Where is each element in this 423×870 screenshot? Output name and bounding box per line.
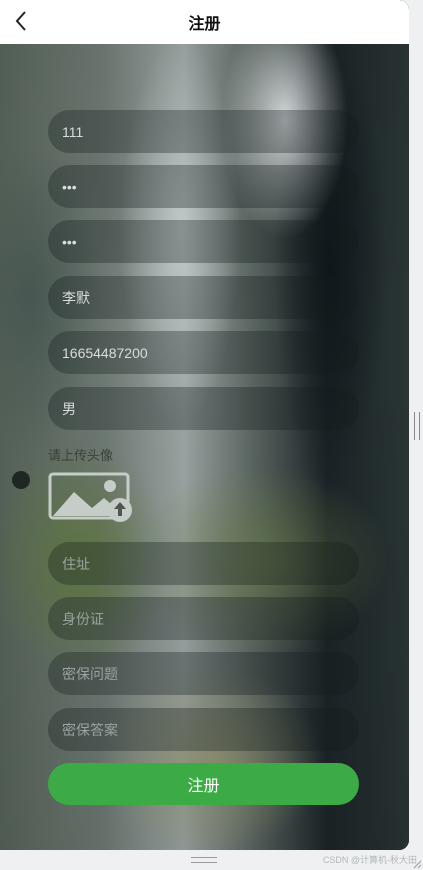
phone-field[interactable] bbox=[48, 331, 359, 374]
gender-field[interactable] bbox=[48, 387, 359, 430]
name-field[interactable] bbox=[48, 276, 359, 319]
side-indicator-dot bbox=[12, 471, 30, 489]
confirm-password-field[interactable] bbox=[48, 220, 359, 263]
watermark-text: CSDN @计算机-秋大田 bbox=[322, 855, 417, 865]
page-title: 注册 bbox=[188, 16, 221, 33]
id-card-field[interactable] bbox=[48, 597, 359, 640]
back-button[interactable] bbox=[8, 8, 34, 34]
password-field[interactable] bbox=[48, 165, 359, 208]
security-answer-field[interactable] bbox=[48, 708, 359, 751]
upload-avatar-label: 请上传头像 bbox=[48, 448, 114, 463]
panel-resize-handle[interactable] bbox=[414, 412, 420, 440]
address-field[interactable] bbox=[48, 542, 359, 585]
register-button[interactable]: 注册 bbox=[48, 763, 359, 805]
back-arrow-icon bbox=[15, 11, 26, 31]
username-field[interactable] bbox=[48, 110, 359, 153]
header-bar: 注册 bbox=[0, 0, 409, 44]
home-indicator[interactable] bbox=[191, 857, 217, 863]
app-screen: 注册 请上传头像 注册 bbox=[0, 0, 409, 850]
avatar-upload-button[interactable] bbox=[48, 470, 136, 524]
image-upload-icon bbox=[48, 472, 132, 522]
resize-grip-icon[interactable] bbox=[412, 859, 422, 869]
page: 注册 请上传头像 注册 CSDN @计算机-秋大田 bbox=[0, 0, 423, 870]
security-question-field[interactable] bbox=[48, 652, 359, 695]
